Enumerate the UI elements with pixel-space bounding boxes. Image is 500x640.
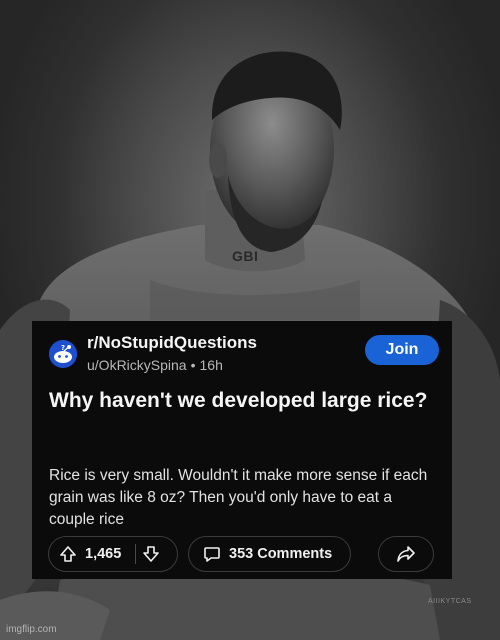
post-age: 16h (199, 357, 223, 373)
comments-button[interactable]: 353 Comments (188, 536, 351, 572)
arrow-up-icon[interactable] (59, 545, 77, 563)
svg-text:?: ? (61, 344, 65, 352)
post-actions: 1,465 353 Comments (48, 536, 436, 572)
vote-control: 1,465 (48, 536, 178, 572)
author-name[interactable]: u/OkRickySpina (87, 357, 187, 373)
imgflip-watermark: imgflip.com (6, 624, 57, 635)
shirt-tag-text: GBI (232, 248, 259, 264)
photo-signature: AIIIKYTCAS (428, 598, 472, 605)
join-button[interactable]: Join (365, 335, 439, 365)
comments-count: 353 Comments (229, 546, 333, 562)
post-body: Rice is very small. Wouldn't it make mor… (49, 467, 428, 528)
vote-divider (135, 544, 137, 564)
meta-separator: • (190, 357, 196, 373)
post-header: ? r/NoStupidQuestions u/OkRickySpina • 16h… (49, 333, 439, 377)
post-meta: u/OkRickySpina • 16h (87, 357, 223, 373)
reddit-post-card: ? r/NoStupidQuestions u/OkRickySpina • 16h… (32, 321, 452, 579)
snoo-icon: ? (49, 340, 77, 368)
arrow-down-icon[interactable] (142, 545, 160, 563)
vote-count: 1,465 (85, 546, 122, 562)
share-arrow-icon (396, 545, 416, 563)
community-avatar-icon[interactable]: ? (49, 340, 77, 368)
speech-bubble-icon (203, 545, 221, 563)
share-button[interactable] (378, 536, 434, 572)
community-name[interactable]: r/NoStupidQuestions (87, 333, 257, 353)
post-title[interactable]: Why haven't we developed large rice? (49, 387, 429, 414)
